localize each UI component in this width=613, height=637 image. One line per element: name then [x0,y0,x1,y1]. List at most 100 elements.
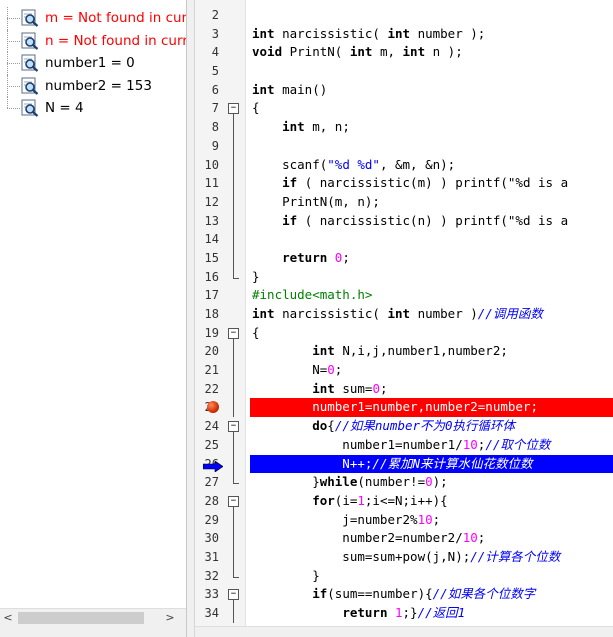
line-number[interactable]: 4 [195,43,219,62]
panel-splitter[interactable] [187,0,194,637]
line-number[interactable]: 6 [195,81,219,100]
code-text[interactable]: do{//如果number不为0执行循环体 [250,417,613,436]
code-line[interactable]: 22 int sum=0; [195,379,613,399]
line-number[interactable]: 20 [195,342,219,361]
code-line[interactable]: 7−{ [195,99,613,119]
code-line[interactable]: 29 j=number2%10; [195,510,613,530]
code-text[interactable]: for(i=1;i<=N;i++){ [250,492,613,511]
code-line[interactable]: 6 int main() [195,81,613,100]
line-number[interactable]: 14 [195,230,219,249]
code-line[interactable]: 33− if(sum==number){//如果各个位数字 [195,585,613,605]
code-line[interactable]: 12 PrintN(m, n); [195,192,613,212]
code-line[interactable]: 25 number1=number1/10;//取个位数 [195,435,613,455]
line-number[interactable]: 21 [195,361,219,380]
line-number[interactable]: 7 [195,99,219,118]
code-line[interactable]: 8 int m, n; [195,118,613,138]
code-text[interactable]: int m, n; [250,118,613,137]
code-text[interactable]: j=number2%10; [250,511,613,530]
line-number[interactable]: 19 [195,324,219,343]
line-number[interactable]: 13 [195,212,219,231]
scroll-right-arrow-icon[interactable]: > [162,609,178,627]
code-text[interactable]: #include<math.h> [250,286,613,305]
code-line[interactable]: 3 int narcissistic( int number ); [195,25,613,44]
line-number[interactable]: 12 [195,193,219,212]
watch-item[interactable]: N = 4 [0,97,186,120]
code-line[interactable]: 28− for(i=1;i<=N;i++){ [195,492,613,511]
code-text[interactable]: { [250,324,613,343]
line-number[interactable]: 32 [195,567,219,586]
line-number[interactable]: 27 [195,473,219,492]
breakpoint-line[interactable]: 23 number1=number,number2=number; [195,398,613,418]
code-line[interactable]: 17 #include<math.h> [195,286,613,305]
code-line[interactable]: 10 scanf("%d %d", &m, &n); [195,155,613,175]
line-number[interactable]: 30 [195,529,219,548]
line-number[interactable]: 15 [195,249,219,268]
code-line[interactable]: 20 int N,i,j,number1,number2; [195,342,613,362]
code-text[interactable]: int sum=0; [250,380,613,399]
line-number[interactable]: 24 [195,417,219,436]
code-line[interactable]: 31 sum=sum+pow(j,N);//计算各个位数 [195,547,613,567]
code-text[interactable]: } [250,268,613,287]
line-number[interactable]: 2 [195,6,219,25]
line-number[interactable]: 33 [195,585,219,604]
code-text[interactable]: PrintN(m, n); [250,193,613,212]
code-text[interactable]: number2=number2/10; [250,529,613,548]
line-number[interactable]: 25 [195,436,219,455]
code-text[interactable]: return 1;}//返回1 [250,604,613,623]
code-text[interactable]: void PrintN( int m, int n ); [250,43,613,62]
line-number[interactable]: 31 [195,548,219,567]
code-text[interactable]: number1=number,number2=number; [250,398,613,418]
code-line[interactable]: 27 }while(number!=0); [195,473,613,492]
code-line[interactable]: 15 return 0; [195,248,613,268]
line-number[interactable]: 5 [195,62,219,81]
watch-item[interactable]: n = Not found in current context [0,29,186,52]
code-text[interactable]: { [250,99,613,118]
code-text[interactable]: N++;//累加N来计算水仙花数位数 [250,454,613,474]
line-number[interactable]: 3 [195,25,219,44]
watch-item[interactable]: number1 = 0 [0,52,186,75]
watch-horizontal-scrollbar[interactable]: < > [0,608,186,627]
line-number[interactable]: 34 [195,604,219,623]
code-line[interactable]: 9 [195,136,613,156]
code-line[interactable]: 30 number2=number2/10; [195,529,613,549]
code-text[interactable]: scanf("%d %d", &m, &n); [250,156,613,175]
code-line[interactable]: 16} [195,267,613,287]
line-number[interactable]: 28 [195,492,219,511]
code-line[interactable]: 14 [195,230,613,250]
code-text[interactable]: N=0; [250,361,613,380]
line-number[interactable]: 16 [195,268,219,287]
code-line[interactable]: 13 if ( narcissistic(n) ) printf("%d is … [195,211,613,231]
code-line[interactable]: 4 void PrintN( int m, int n ); [195,43,613,62]
line-number[interactable]: 17 [195,286,219,305]
line-number[interactable]: 22 [195,380,219,399]
watch-item[interactable]: m = Not found in current context [0,7,186,30]
line-number[interactable]: 29 [195,511,219,530]
code-line[interactable]: 34 return 1;}//返回1 [195,604,613,623]
code-text[interactable]: int narcissistic( int number )//调用函数 [250,305,613,324]
line-number[interactable]: 11 [195,174,219,193]
code-text[interactable]: if ( narcissistic(m) ) printf("%d is a [250,174,613,193]
current-execution-line[interactable]: 26 N++;//累加N来计算水仙花数位数 [195,454,613,474]
code-line[interactable]: 11 if ( narcissistic(m) ) printf("%d is … [195,174,613,194]
code-text[interactable]: int narcissistic( int number ); [250,25,613,44]
code-text[interactable]: int main() [250,81,613,100]
line-number[interactable]: 18 [195,305,219,324]
code-line[interactable]: 32 } [195,566,613,586]
code-text[interactable]: if ( narcissistic(n) ) printf("%d is a [250,212,613,231]
code-text[interactable]: number1=number1/10;//取个位数 [250,436,613,455]
code-text[interactable]: }while(number!=0); [250,473,613,492]
code-line[interactable]: 24− do{//如果number不为0执行循环体 [195,417,613,437]
code-text[interactable]: int N,i,j,number1,number2; [250,342,613,361]
code-text[interactable]: } [250,567,613,586]
code-line[interactable]: 19−{ [195,324,613,343]
code-text[interactable]: if(sum==number){//如果各个位数字 [250,585,613,604]
line-number[interactable]: 8 [195,118,219,137]
code-line[interactable]: 18 int narcissistic( int number )//调用函数 [195,305,613,324]
code-line[interactable]: 2 [195,6,613,25]
code-text[interactable]: return 0; [250,249,613,268]
scrollbar-thumb[interactable] [18,612,144,624]
scroll-left-arrow-icon[interactable]: < [0,609,16,627]
code-line[interactable]: 21 N=0; [195,361,613,381]
code-editor[interactable]: 2 3 int narcissistic( int number ); 4 void P… [194,0,613,637]
line-number[interactable]: 9 [195,137,219,156]
